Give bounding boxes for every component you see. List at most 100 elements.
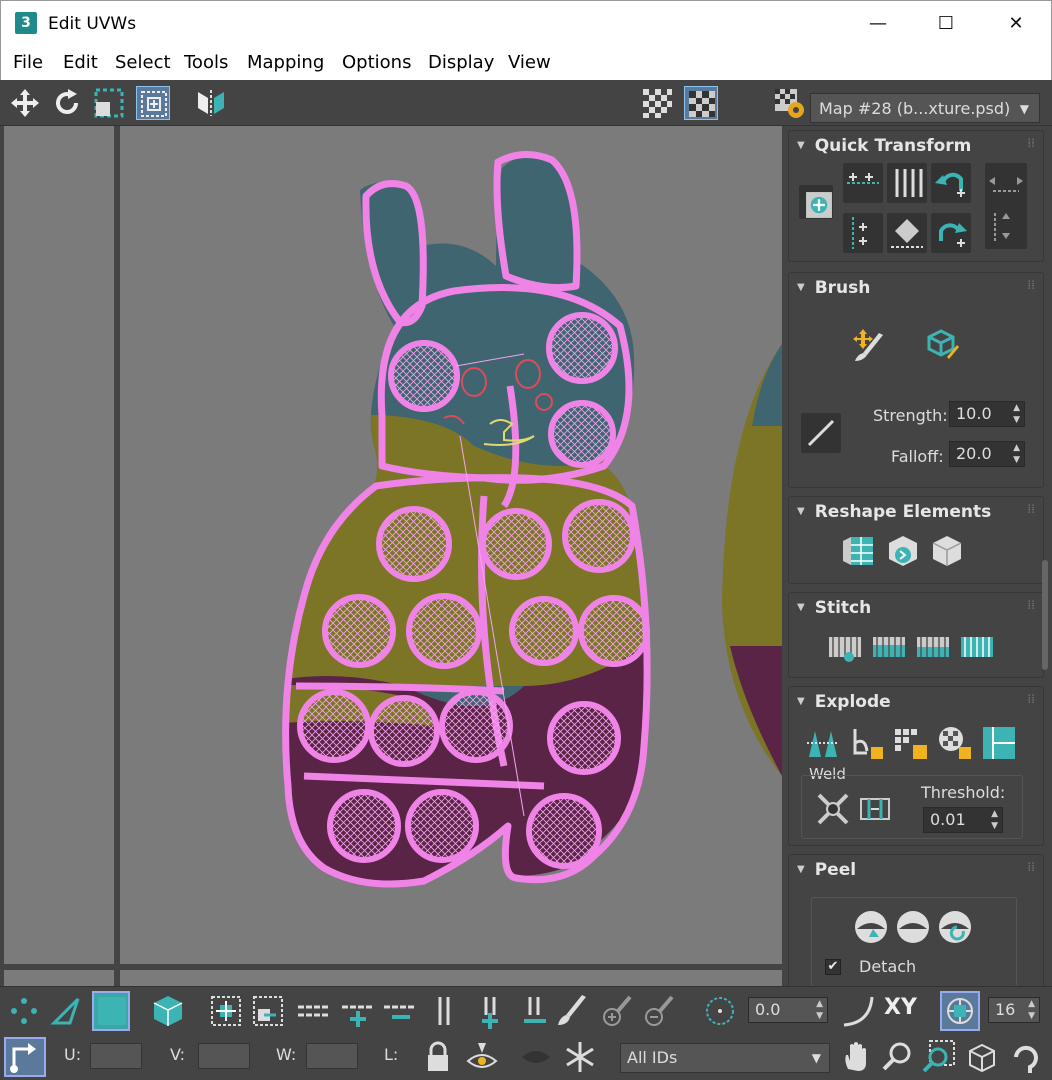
- menu-mapping[interactable]: Mapping: [247, 52, 324, 73]
- paint-grow-icon[interactable]: [598, 993, 634, 1029]
- zoom-extents-icon[interactable]: [964, 1039, 1000, 1075]
- reshape-elements-header[interactable]: ▼ Reshape Elements: [797, 502, 991, 522]
- mirror-icon[interactable]: [194, 86, 228, 120]
- pan-icon[interactable]: [838, 1039, 874, 1075]
- panel-scrollbar[interactable]: [1042, 560, 1048, 670]
- map-select[interactable]: Map #28 (b...xture.psd) ▼: [810, 93, 1040, 123]
- brush-falloff-curve-icon[interactable]: [801, 413, 841, 453]
- spinner-arrows-icon[interactable]: ▲ ▼: [1013, 442, 1020, 466]
- stitch-custom-icon[interactable]: [825, 627, 865, 667]
- align-to-edge-icon[interactable]: [887, 213, 927, 253]
- grow-selection-icon[interactable]: [208, 993, 244, 1029]
- menu-display[interactable]: Display: [428, 52, 494, 73]
- zoom-icon[interactable]: [880, 1039, 916, 1075]
- show-icon[interactable]: [518, 1039, 554, 1075]
- close-button[interactable]: ✕: [981, 1, 1051, 47]
- align-vertical-icon[interactable]: [887, 163, 927, 203]
- grid-size-spinner[interactable]: 16 ▲ ▼: [988, 997, 1040, 1023]
- flip-icon[interactable]: [985, 163, 1027, 249]
- menu-file[interactable]: File: [13, 52, 43, 73]
- weld-selected-icon[interactable]: [855, 789, 895, 829]
- zoom-region-icon[interactable]: [920, 1039, 956, 1075]
- rotate-ccw-icon[interactable]: [931, 163, 971, 203]
- xy-toggle[interactable]: XY: [884, 995, 917, 1020]
- rotate-icon[interactable]: [50, 86, 84, 120]
- soft-selection-icon[interactable]: [702, 993, 738, 1029]
- pivot-icon[interactable]: [799, 185, 833, 219]
- paint-move-brush-icon[interactable]: [849, 325, 889, 365]
- menu-tools[interactable]: Tools: [184, 52, 228, 73]
- v-field[interactable]: [198, 1043, 250, 1069]
- reset-peel-icon[interactable]: [935, 907, 975, 947]
- menu-view[interactable]: View: [508, 52, 551, 73]
- stitch-header[interactable]: ▼ Stitch: [797, 598, 871, 618]
- menu-edit[interactable]: Edit: [63, 52, 98, 73]
- pack-icon[interactable]: [979, 723, 1019, 763]
- edge-mode-icon[interactable]: [48, 993, 84, 1029]
- weld-all-icon[interactable]: [813, 789, 853, 829]
- w-field[interactable]: [306, 1043, 358, 1069]
- maximize-button[interactable]: ☐: [911, 1, 981, 47]
- absolute-offset-icon[interactable]: [4, 1037, 46, 1077]
- scale-icon[interactable]: [92, 86, 126, 120]
- detach-checkbox[interactable]: ✔: [825, 959, 841, 975]
- undo-view-icon[interactable]: [1008, 1039, 1044, 1075]
- quick-transform-header[interactable]: ▼ Quick Transform: [797, 136, 971, 156]
- cube-icon[interactable]: [927, 531, 967, 571]
- paint-select-icon[interactable]: [556, 993, 592, 1029]
- minimize-button[interactable]: —: [843, 1, 913, 47]
- ring-grow-icon[interactable]: [472, 993, 508, 1029]
- strength-spinner[interactable]: 10.0 ▲ ▼: [949, 401, 1025, 427]
- hide-icon[interactable]: [464, 1039, 500, 1075]
- loop-select-icon[interactable]: [296, 993, 332, 1029]
- freeze-icon[interactable]: [562, 1039, 598, 1075]
- stitch-target-icon[interactable]: [913, 627, 953, 667]
- align-horizontal-icon[interactable]: [843, 163, 883, 203]
- loop-shrink-icon[interactable]: [382, 993, 418, 1029]
- shrink-selection-icon[interactable]: [250, 993, 286, 1029]
- space-vertical-icon[interactable]: [843, 213, 883, 253]
- face-mode-icon[interactable]: [92, 991, 130, 1031]
- stitch-average-icon[interactable]: [957, 627, 997, 667]
- break-icon[interactable]: [803, 723, 843, 763]
- uv-editor-viewport[interactable]: [4, 126, 782, 986]
- spinner-arrows-icon[interactable]: ▲ ▼: [1013, 402, 1020, 426]
- threshold-spinner[interactable]: 0.01 ▲ ▼: [923, 807, 1003, 833]
- element-mode-icon[interactable]: [150, 993, 186, 1029]
- spinner-arrows-icon[interactable]: ▲ ▼: [991, 808, 998, 832]
- falloff-spinner[interactable]: 20.0 ▲ ▼: [949, 441, 1025, 467]
- spinner-arrows-icon[interactable]: ▲ ▼: [816, 998, 823, 1022]
- falloff-curve-icon[interactable]: [840, 993, 876, 1029]
- move-icon[interactable]: [8, 86, 42, 120]
- ring-shrink-icon[interactable]: [516, 993, 552, 1029]
- explode-by-material-icon[interactable]: [891, 723, 931, 763]
- u-field[interactable]: [90, 1043, 142, 1069]
- peel-header[interactable]: ▼ Peel: [797, 860, 856, 880]
- menu-select[interactable]: Select: [115, 52, 171, 73]
- grid-snap-icon[interactable]: [940, 991, 980, 1031]
- quick-peel-icon[interactable]: [851, 907, 891, 947]
- brush-header[interactable]: ▼ Brush: [797, 278, 870, 298]
- uv-canvas[interactable]: [4, 126, 782, 986]
- show-map-icon[interactable]: [684, 86, 718, 120]
- menu-options[interactable]: Options: [342, 52, 411, 73]
- flatten-to-grid-icon[interactable]: [935, 723, 975, 763]
- straighten-icon[interactable]: [839, 531, 879, 571]
- freeform-icon[interactable]: [136, 86, 170, 120]
- explode-header[interactable]: ▼ Explode: [797, 692, 891, 712]
- spinner-arrows-icon[interactable]: ▲ ▼: [1028, 998, 1035, 1022]
- paint-shrink-icon[interactable]: [640, 993, 676, 1029]
- rotate-cw-icon[interactable]: [931, 213, 971, 253]
- stitch-source-icon[interactable]: [869, 627, 909, 667]
- peel-mode-icon[interactable]: [893, 907, 933, 947]
- ring-select-icon[interactable]: [426, 993, 462, 1029]
- loop-grow-icon[interactable]: [340, 993, 376, 1029]
- map-settings-icon[interactable]: [772, 86, 806, 120]
- lock-icon[interactable]: [420, 1039, 456, 1075]
- relax-brush-icon[interactable]: [923, 325, 963, 365]
- angle-spinner[interactable]: 0.0 ▲ ▼: [748, 997, 828, 1023]
- vertex-mode-icon[interactable]: [6, 993, 42, 1029]
- checker-icon[interactable]: [640, 86, 674, 120]
- relax-icon[interactable]: [883, 531, 923, 571]
- explode-by-smoothing-icon[interactable]: [847, 723, 887, 763]
